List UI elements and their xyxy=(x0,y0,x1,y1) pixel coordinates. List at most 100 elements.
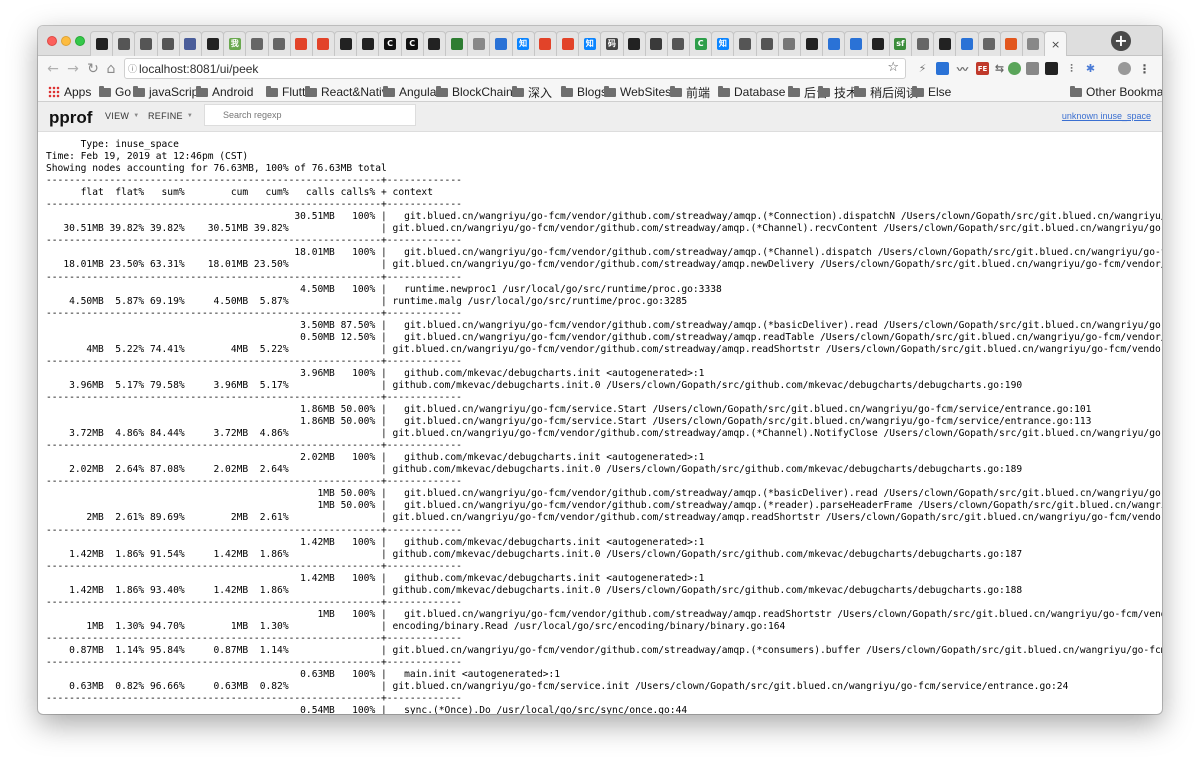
browser-tab[interactable]: C xyxy=(689,31,713,56)
browser-tab[interactable] xyxy=(733,31,757,56)
bookmark-folder[interactable]: Angular xyxy=(383,85,440,99)
bookmark-folder[interactable]: 深入 xyxy=(512,85,552,100)
fe-extension-icon[interactable]: FE xyxy=(976,62,989,75)
browser-tab[interactable] xyxy=(422,31,446,56)
browser-tab[interactable] xyxy=(156,31,180,56)
browser-tab[interactable] xyxy=(622,31,646,56)
home-icon[interactable]: ⌂ xyxy=(102,59,120,79)
bookmark-folder[interactable]: BlockChain xyxy=(436,85,513,99)
browser-tab[interactable] xyxy=(844,31,868,56)
browser-tab[interactable]: 知 xyxy=(711,31,735,56)
view-menu[interactable]: VIEW ▼ xyxy=(105,111,139,121)
browser-tab[interactable] xyxy=(800,31,824,56)
profile-title-link[interactable]: unknown inuse_space xyxy=(1062,111,1151,121)
profile-avatar-icon[interactable] xyxy=(1118,62,1131,75)
dark-extension-icon[interactable] xyxy=(1045,62,1058,75)
browser-tab[interactable] xyxy=(866,31,890,56)
vpn-extension-icon[interactable]: ⇆ xyxy=(993,62,1006,75)
browser-tab[interactable] xyxy=(311,31,336,56)
reload-icon[interactable]: ↻ xyxy=(84,59,102,79)
bookmark-folder[interactable]: Blogs xyxy=(561,85,607,99)
report-line: ----------------------------------------… xyxy=(46,632,462,644)
lightning-extension-icon[interactable]: ⚡ xyxy=(916,62,929,75)
browser-tab[interactable] xyxy=(666,31,691,56)
browser-tab[interactable]: 码 xyxy=(600,31,624,56)
settings-extension-icon[interactable]: ✱ xyxy=(1084,62,1097,75)
view-menu-label: VIEW xyxy=(105,111,130,121)
browser-tab[interactable]: C xyxy=(378,31,402,56)
close-tab-icon[interactable]: × xyxy=(1051,38,1060,51)
browser-tab[interactable] xyxy=(777,31,801,56)
other-bookmarks-folder[interactable]: Other Bookmarks xyxy=(1070,85,1162,99)
browser-tab[interactable] xyxy=(356,31,380,56)
pin-extension-icon[interactable]: ⫶ xyxy=(1065,62,1078,75)
browser-tab[interactable] xyxy=(90,31,114,56)
browser-tab-active[interactable]: × xyxy=(1044,31,1068,56)
zoom-window-button[interactable] xyxy=(75,36,85,46)
grid-extension-icon[interactable] xyxy=(1026,62,1039,75)
site-icon xyxy=(273,38,286,50)
browser-tab[interactable] xyxy=(289,31,313,56)
browser-tab[interactable] xyxy=(910,31,935,56)
search-regexp-input[interactable]: Search regexp xyxy=(204,104,416,126)
browser-tab[interactable]: sf xyxy=(888,31,912,56)
stats-extension-icon[interactable]: 〰 xyxy=(956,62,969,76)
browser-tab[interactable] xyxy=(134,31,158,56)
browser-tab[interactable] xyxy=(178,31,202,56)
browser-tab[interactable] xyxy=(200,31,225,56)
bookmark-folder[interactable]: Else xyxy=(912,85,951,99)
browser-tab[interactable] xyxy=(999,31,1023,56)
browser-tab[interactable] xyxy=(489,31,513,56)
browser-tab[interactable]: 知 xyxy=(511,31,535,56)
browser-tab[interactable] xyxy=(977,31,1001,56)
browser-tab[interactable]: 我 xyxy=(223,31,247,56)
address-bar[interactable]: ⓘ localhost:8081/ui/peek ☆ xyxy=(124,58,906,79)
new-tab-button[interactable]: + xyxy=(1111,31,1131,51)
browser-tab[interactable] xyxy=(245,31,269,56)
browser-tab[interactable] xyxy=(933,31,957,56)
forward-arrow-icon[interactable]: → xyxy=(64,59,82,79)
bookmark-folder[interactable]: Go xyxy=(99,85,131,99)
bookmark-folder[interactable]: WebSites xyxy=(604,85,671,99)
pprof-logo[interactable]: pprof xyxy=(49,108,92,128)
apps-shortcut[interactable]: Apps xyxy=(48,85,91,99)
browser-tab[interactable] xyxy=(555,31,580,56)
site-icon: sf xyxy=(894,38,907,50)
bookmark-folder[interactable]: 技术 xyxy=(818,85,858,100)
browser-tab[interactable]: C xyxy=(400,31,424,56)
bookmark-star-icon[interactable]: ☆ xyxy=(887,60,899,75)
back-arrow-icon[interactable]: ← xyxy=(44,59,62,79)
browser-tab[interactable] xyxy=(533,31,557,56)
browser-tab[interactable] xyxy=(1021,31,1046,56)
browser-tab[interactable] xyxy=(334,31,358,56)
menu-dots-icon[interactable]: ⋮ xyxy=(1138,62,1151,76)
close-window-button[interactable] xyxy=(47,36,57,46)
browser-tab[interactable] xyxy=(467,31,491,56)
refine-menu[interactable]: REFINE ▼ xyxy=(148,111,193,121)
site-icon xyxy=(472,38,485,50)
browser-tab[interactable] xyxy=(955,31,979,56)
green-extension-icon[interactable] xyxy=(1008,62,1021,75)
bookmark-folder[interactable]: Android xyxy=(196,85,253,99)
report-line: ----------------------------------------… xyxy=(46,596,462,608)
site-icon xyxy=(672,38,685,50)
bookmark-folder[interactable]: 稍后阅读 xyxy=(854,85,918,100)
pen-extension-icon[interactable] xyxy=(936,62,949,75)
site-icon xyxy=(960,38,973,50)
browser-tab[interactable] xyxy=(755,31,779,56)
report-line: 0.87MB 1.14% 95.84% 0.87MB 1.14% | git.b… xyxy=(69,644,1162,656)
browser-tab[interactable] xyxy=(822,31,846,56)
browser-tab[interactable] xyxy=(112,31,136,56)
folder-icon xyxy=(99,85,111,97)
bookmark-folder[interactable]: React&Native xyxy=(305,85,394,99)
report-line: 3.96MB 100% | github.com/mkevac/debugcha… xyxy=(46,367,705,379)
browser-tab[interactable]: 知 xyxy=(578,31,602,56)
bookmark-folder[interactable]: javaScript xyxy=(133,85,202,99)
site-icon xyxy=(139,38,152,50)
browser-tab[interactable] xyxy=(445,31,469,56)
bookmark-folder[interactable]: 前端 xyxy=(670,85,710,100)
bookmark-folder[interactable]: Database xyxy=(718,85,785,99)
browser-tab[interactable] xyxy=(644,31,668,56)
browser-tab[interactable] xyxy=(267,31,291,56)
minimize-window-button[interactable] xyxy=(61,36,71,46)
